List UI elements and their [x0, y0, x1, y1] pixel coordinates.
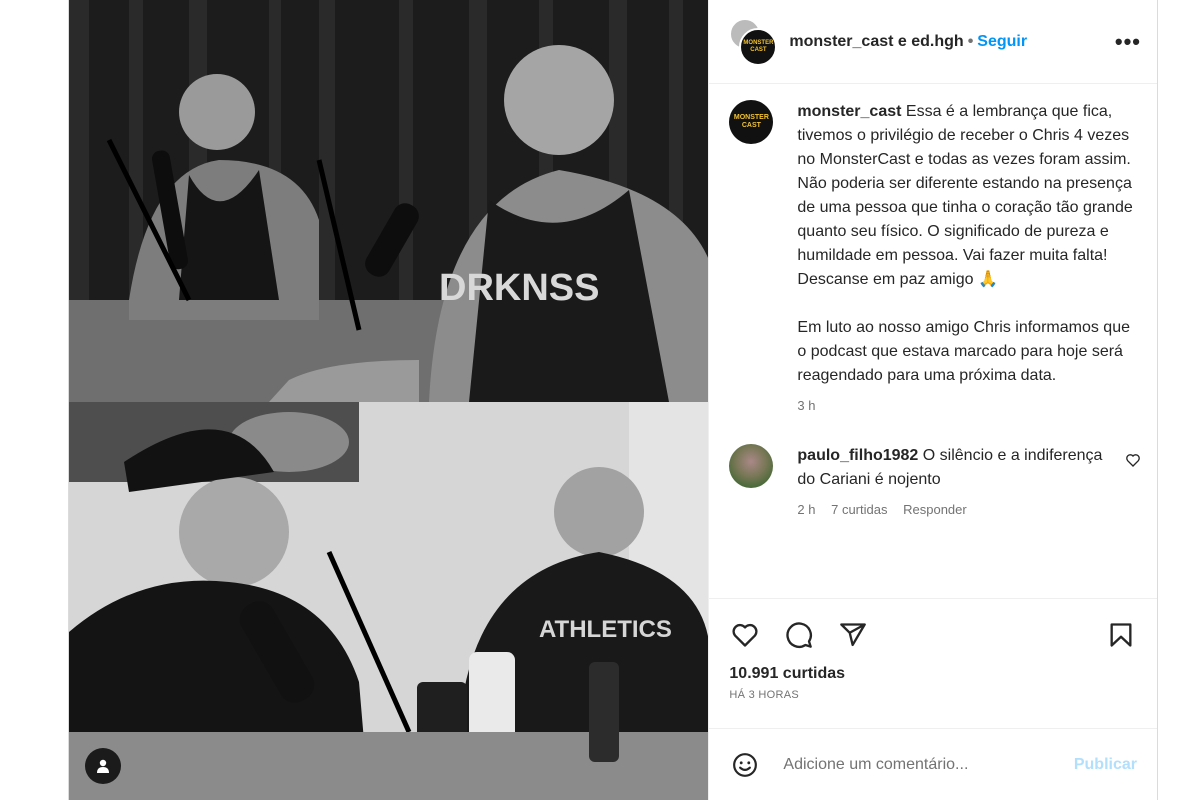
comment-input[interactable] [781, 754, 1064, 775]
svg-text:ATHLETICS: ATHLETICS [539, 616, 672, 643]
author-usernames[interactable]: monster_cast e ed.hgh [789, 33, 963, 50]
post-author: monster_cast e ed.hgh • Seguir [789, 33, 1114, 51]
caption-text: Essa é a lembrança que fica, tivemos o p… [797, 103, 1133, 384]
user-tag-icon[interactable] [85, 748, 121, 784]
logo-text: MONSTER [743, 39, 774, 46]
likes-count[interactable]: 10.991 curtidas [729, 665, 1137, 683]
svg-text:DRKNSS: DRKNSS [439, 267, 599, 309]
caption-username[interactable]: monster_cast [797, 103, 901, 120]
post-time[interactable]: HÁ 3 HORAS [729, 689, 1137, 701]
instagram-post: DRKNSS ATHLETICS MONSTER CAST monster_ca… [68, 0, 1158, 800]
post-media[interactable]: DRKNSS ATHLETICS [69, 0, 709, 800]
logo-text: CAST [741, 122, 761, 129]
comment-likes[interactable]: 7 curtidas [831, 502, 887, 517]
follow-button[interactable]: Seguir [977, 33, 1027, 50]
emoji-icon[interactable] [729, 749, 761, 781]
caption-time[interactable]: 3 h [797, 394, 1141, 418]
reply-button[interactable]: Responder [903, 502, 967, 517]
photo-top: DRKNSS [69, 0, 709, 402]
comment-username[interactable]: paulo_filho1982 [797, 447, 918, 464]
list-item: paulo_filho1982 O silêncio e a indiferen… [729, 444, 1141, 522]
avatar[interactable]: MONSTER CAST [729, 17, 778, 66]
photo-bottom: ATHLETICS [69, 402, 709, 800]
comment-icon[interactable] [783, 619, 815, 651]
avatar[interactable]: MONSTER CAST [729, 100, 774, 144]
post-sidebar: MONSTER CAST monster_cast e ed.hgh • Seguir… [708, 0, 1157, 800]
logo-text: MONSTER [733, 114, 769, 121]
share-icon[interactable] [837, 619, 869, 651]
post-header: MONSTER CAST monster_cast e ed.hgh • Seguir… [709, 0, 1157, 84]
avatar-monster-cast: MONSTER CAST [739, 27, 778, 66]
publish-button[interactable]: Publicar [1074, 756, 1137, 774]
logo-text: CAST [750, 46, 767, 53]
add-comment-bar: Publicar [709, 728, 1157, 800]
save-icon[interactable] [1105, 619, 1137, 651]
comments-list[interactable]: MONSTER CAST monster_cast Essa é a lembra… [709, 84, 1157, 598]
comment-time[interactable]: 2 h [797, 502, 815, 517]
caption: MONSTER CAST monster_cast Essa é a lembra… [729, 100, 1141, 418]
heart-icon[interactable] [1125, 452, 1141, 522]
avatar[interactable] [729, 444, 774, 488]
post-actions: 10.991 curtidas HÁ 3 HORAS [709, 598, 1157, 728]
heart-icon[interactable] [729, 619, 761, 651]
more-icon[interactable]: ••• [1115, 29, 1141, 55]
separator-dot: • [967, 32, 974, 50]
